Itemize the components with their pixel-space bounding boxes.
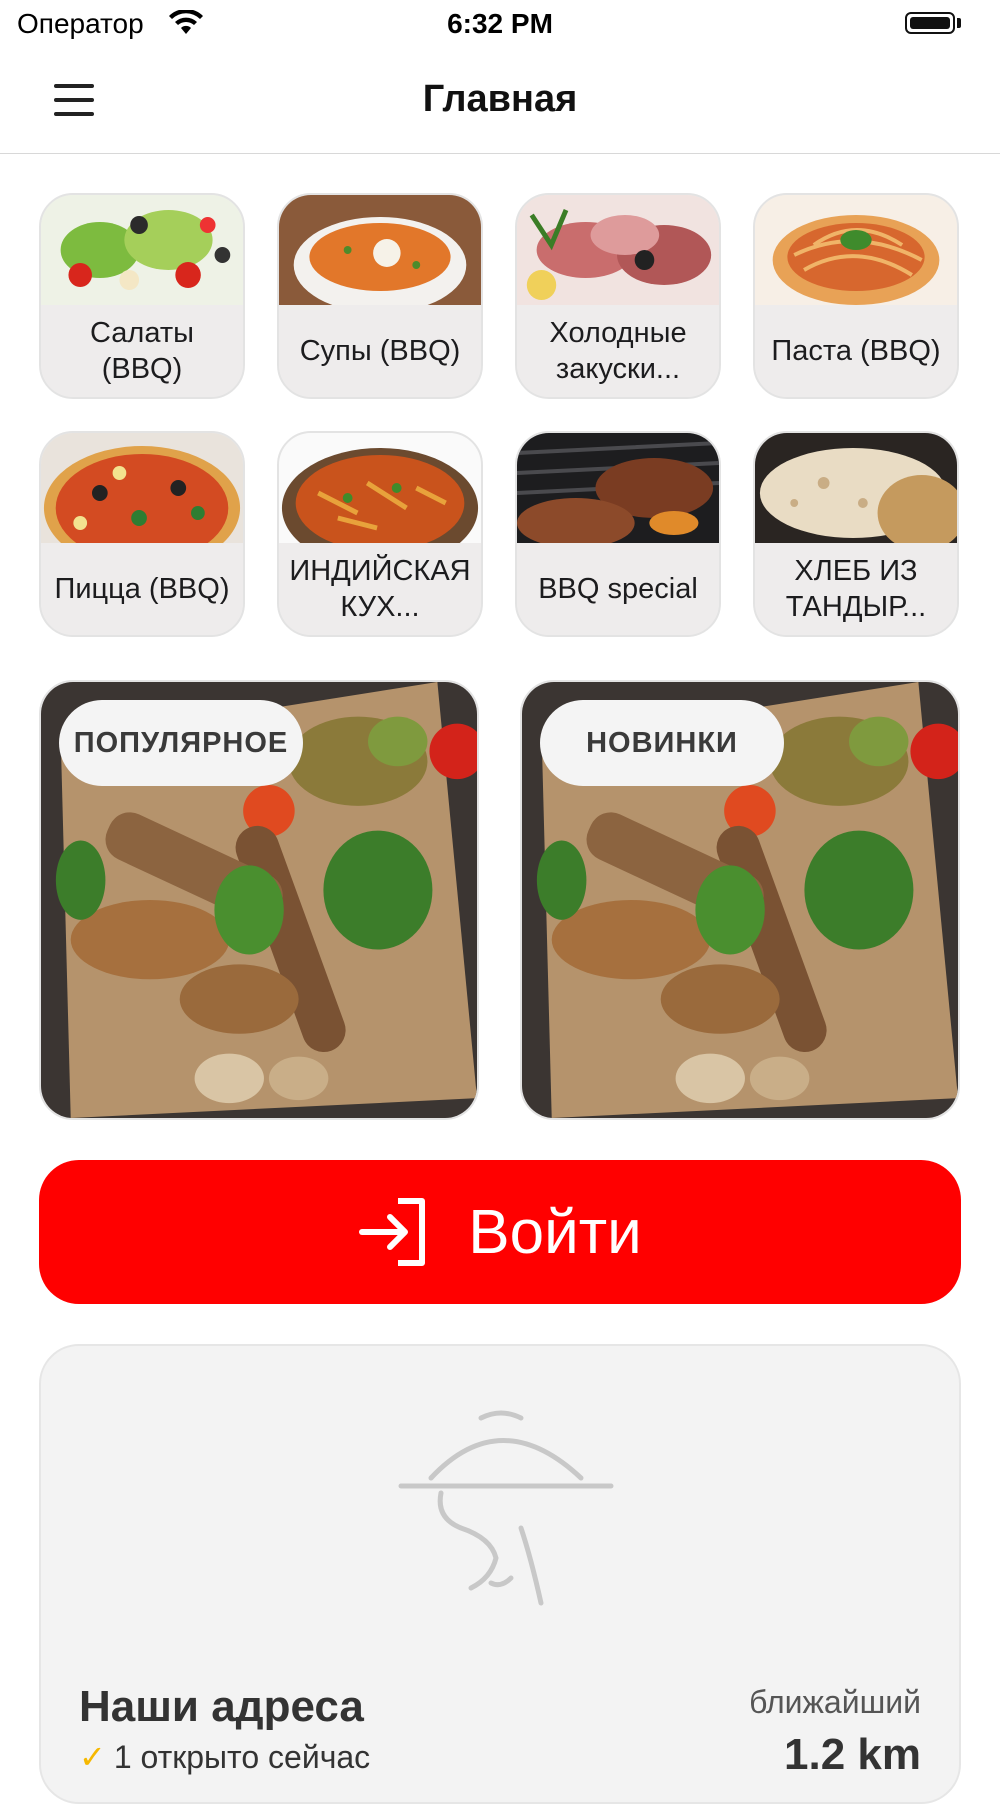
category-label: BBQ special xyxy=(538,573,698,605)
salad-image xyxy=(41,195,243,305)
pizza-image xyxy=(41,433,243,543)
promo-badge: ПОПУЛЯРНОЕ xyxy=(59,700,303,786)
open-now-text: 1 открыто сейчас xyxy=(113,1739,371,1775)
category-tile-bbq-special[interactable]: BBQ special xyxy=(515,431,721,637)
promo-card-new[interactable]: НОВИНКИ xyxy=(520,680,960,1120)
category-tile-pasta[interactable]: Паста (BBQ) xyxy=(753,193,959,399)
category-label: Пицца (BBQ) xyxy=(54,573,230,605)
category-tile-soups[interactable]: Супы (BBQ) xyxy=(277,193,483,399)
pasta-image xyxy=(755,195,957,305)
category-tile-pizza[interactable]: Пицца (BBQ) xyxy=(39,431,245,637)
page-title: Главная xyxy=(422,78,578,120)
addresses-card[interactable]: Наши адреса ✓ 1 открыто сейчас ближайший … xyxy=(39,1344,961,1804)
addresses-title: Наши адреса xyxy=(79,1682,364,1731)
open-now-status: ✓ 1 открыто сейчас xyxy=(79,1738,370,1776)
chef-cloche-icon xyxy=(398,1410,614,1606)
cold-cuts-image xyxy=(517,195,719,305)
category-tile-tandoor-bread[interactable]: ХЛЕБ ИЗ ТАНДЫР... xyxy=(753,431,959,637)
battery-icon xyxy=(905,12,955,34)
login-button[interactable]: Войти xyxy=(39,1160,961,1304)
category-label: ИНДИЙСКАЯ КУХ... xyxy=(289,555,471,623)
clock: 6:32 PM xyxy=(447,8,553,39)
soup-image xyxy=(279,195,481,305)
battery-tip xyxy=(957,18,961,28)
category-label: Супы (BBQ) xyxy=(299,335,461,367)
navigation-bar: Главная xyxy=(0,50,1000,154)
indian-dish-image xyxy=(279,433,481,543)
category-tile-indian[interactable]: ИНДИЙСКАЯ КУХ... xyxy=(277,431,483,637)
status-bar: Оператор 6:32 PM xyxy=(0,0,1000,50)
nearest-distance: 1.2 km xyxy=(784,1730,921,1779)
grill-image xyxy=(517,433,719,543)
nearest-label: ближайший xyxy=(749,1684,921,1720)
login-label: Войти xyxy=(468,1197,642,1267)
bread-image xyxy=(755,433,957,543)
promo-badge: НОВИНКИ xyxy=(540,700,784,786)
category-tile-salads[interactable]: Салаты (BBQ) xyxy=(39,193,245,399)
category-label: ХЛЕБ ИЗ ТАНДЫР... xyxy=(785,555,927,623)
category-label: Холодные закуски... xyxy=(549,317,687,385)
category-label: Паста (BBQ) xyxy=(771,335,941,367)
check-icon: ✓ xyxy=(79,1739,106,1775)
login-arrow-icon xyxy=(359,1198,426,1266)
category-tile-cold-appetizers[interactable]: Холодные закуски... xyxy=(515,193,721,399)
category-label: Салаты (BBQ) xyxy=(90,317,194,385)
promo-card-popular[interactable]: ПОПУЛЯРНОЕ xyxy=(39,680,479,1120)
